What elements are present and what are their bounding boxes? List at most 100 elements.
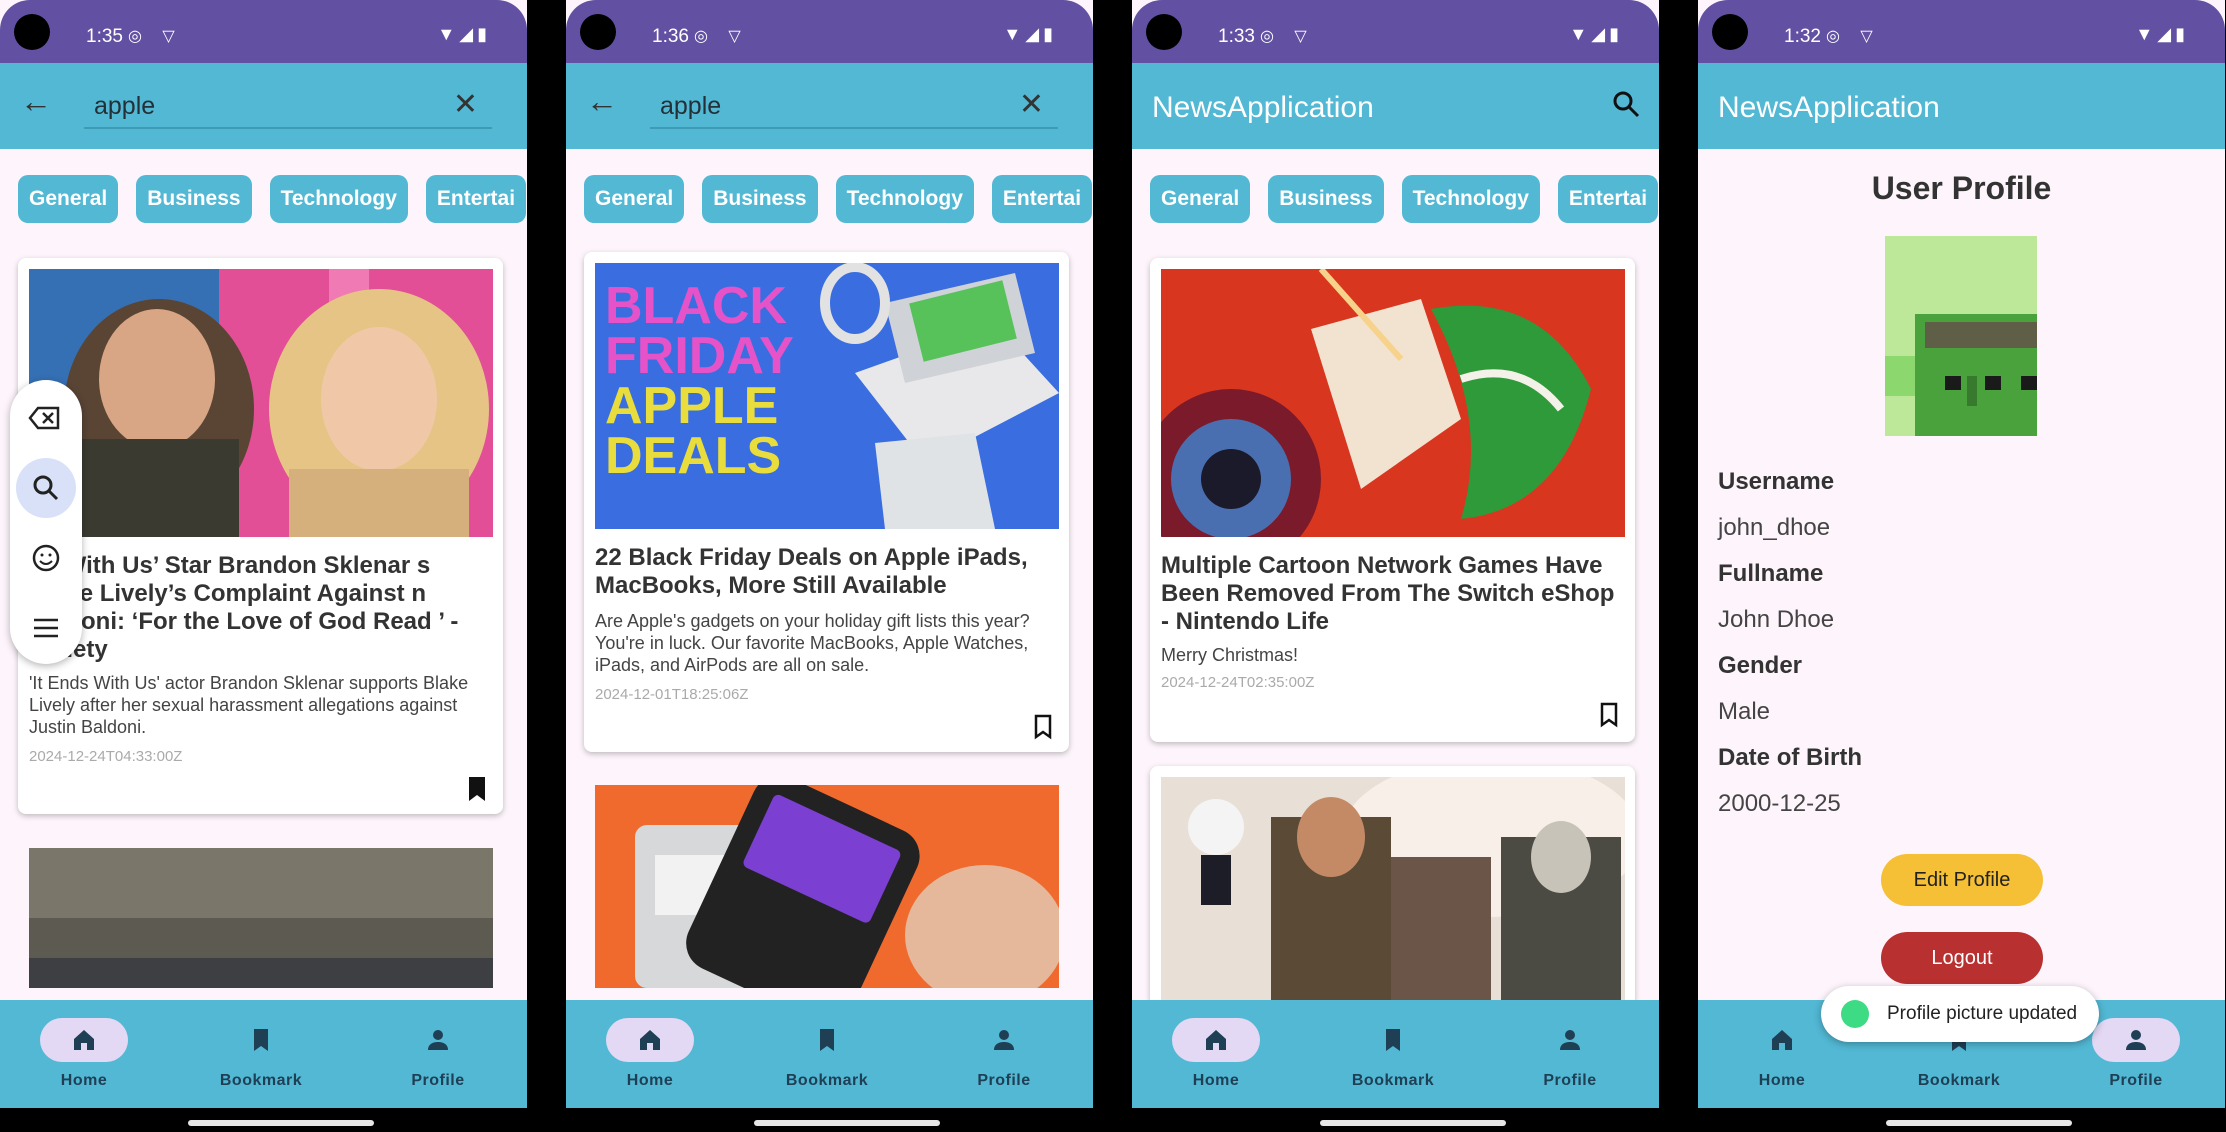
article-card[interactable]: BLACK FRIDAY APPLE DEALS 22 Black Friday… [584,252,1069,752]
article-description: Merry Christmas! [1161,645,1299,665]
chip-general[interactable]: General [1150,175,1251,223]
nav-home[interactable]: Home [1156,1014,1276,1100]
article-description: 'It Ends With Us' actor Brandon Sklenar … [29,673,469,737]
dob-label: Date of Birth [1718,744,1862,771]
chip-business[interactable]: Business [702,175,818,223]
home-icon [640,1030,660,1050]
chip-general[interactable]: General [584,175,685,223]
image-text-friday: FRIDAY [605,327,794,385]
nav-profile-label: Profile [411,1072,465,1089]
nav-profile[interactable]: Profile [1510,1014,1630,1100]
search-input[interactable] [660,89,980,123]
bookmark-filled-icon[interactable] [467,776,487,802]
article-title: 22 Black Friday Deals on Apple iPads, Ma… [595,544,1028,599]
screen: 1:36 ◎ ▽ ▼◢▮ ← ✕ General Business Technolo… [566,0,1093,1108]
status-time: 1:36 [652,26,689,47]
article-card[interactable]: Multiple Cartoon Network Games Have Been… [1150,258,1635,742]
nav-bookmark-label: Bookmark [1917,1072,2001,1089]
nav-home[interactable]: Home [24,1014,144,1100]
search-icon[interactable] [16,458,76,518]
chip-technology[interactable]: Technology [1401,175,1540,223]
search-field: ✕ [84,83,492,129]
person-icon [428,1030,448,1050]
bookmark-outline-icon[interactable] [1599,702,1619,728]
nav-profile-label: Profile [977,1072,1031,1089]
nav-home-label: Home [626,1072,674,1089]
nav-home-label: Home [60,1072,108,1089]
article-title: Multiple Cartoon Network Games Have Been… [1161,552,1615,635]
gesture-home-bar[interactable] [1320,1120,1506,1126]
camera-cutout [580,14,616,50]
article-image-2[interactable] [29,848,493,988]
nav-profile[interactable]: Profile [378,1014,498,1100]
back-arrow-icon[interactable]: ← [20,83,52,120]
nav-profile-label: Profile [1543,1072,1597,1089]
chip-entertainment[interactable]: Entertai [1557,175,1659,223]
edit-profile-button[interactable]: Edit Profile [1881,854,2043,906]
phone-screen-search-2: 1:36 ◎ ▽ ▼◢▮ ← ✕ General Business Technolo… [566,0,1093,1132]
back-arrow-icon[interactable]: ← [586,83,618,120]
close-icon[interactable]: ✕ [1019,87,1044,122]
chip-entertainment[interactable]: Entertai [991,175,1093,223]
article-card-2[interactable] [1150,766,1635,1006]
toast-message: Profile picture updated [1821,986,2099,1042]
gender-value: Male [1718,698,1771,725]
camera-cutout [1146,14,1182,50]
status-notification-icons: ◎ ▽ [1260,28,1315,45]
article-description: Are Apple's gadgets on your holiday gift… [595,611,1030,675]
category-chips: General Business Technology Entertai [18,175,527,223]
gender-label: Gender [1718,652,1803,679]
fullname-value: John Dhoe [1718,606,1835,633]
phone-screen-search-1: 1:35 ◎ ▽ ▼◢▮ ← ✕ General Business Technolo… [0,0,527,1132]
bottom-navigation: Home Bookmark Profile [0,1000,527,1108]
person-icon [994,1030,1014,1050]
chip-business[interactable]: Business [1268,175,1384,223]
dob-value: 2000-12-25 [1718,790,1841,817]
bookmark-outline-icon[interactable] [1033,714,1053,740]
status-time: 1:35 [86,26,123,47]
status-time: 1:32 [1784,26,1821,47]
screen: 1:35 ◎ ▽ ▼◢▮ ← ✕ General Business Technolo… [0,0,527,1108]
chip-general[interactable]: General [18,175,119,223]
chip-technology[interactable]: Technology [269,175,408,223]
menu-icon[interactable] [16,598,76,658]
home-icon [1206,1030,1226,1050]
status-notification-icons: ◎ ▽ [694,28,749,45]
avatar[interactable] [1885,236,2037,436]
backspace-icon[interactable] [16,388,76,448]
fullname-label: Fullname [1718,560,1824,587]
gesture-home-bar[interactable] [1886,1120,2072,1126]
app-title: NewsApplication [1718,91,1940,124]
article-date: 2024-12-24T02:35:00Z [1161,674,1315,691]
gesture-home-bar[interactable] [188,1120,374,1126]
bookmark-icon [1386,1029,1400,1051]
close-icon[interactable]: ✕ [453,87,478,122]
status-notification-icons: ◎ ▽ [1826,28,1881,45]
camera-cutout [1712,14,1748,50]
person-icon [2126,1030,2146,1050]
article-card[interactable]: ds With Us’ Star Brandon Sklenar s Blake… [18,258,503,814]
chip-technology[interactable]: Technology [835,175,974,223]
nav-bookmark[interactable]: Bookmark [201,1014,321,1100]
nav-home[interactable]: Home [590,1014,710,1100]
home-icon [74,1030,94,1050]
emoji-icon[interactable] [16,528,76,588]
search-field: ✕ [650,83,1058,129]
nav-profile[interactable]: Profile [944,1014,1064,1100]
chip-entertainment[interactable]: Entertai [425,175,527,223]
nav-bookmark[interactable]: Bookmark [1333,1014,1453,1100]
logout-button[interactable]: Logout [1881,932,2043,984]
gesture-home-bar[interactable] [754,1120,940,1126]
article-image-2 [1161,777,1625,1006]
floating-keyboard-toolbar [10,380,82,664]
app-bar: NewsApplication [1698,63,2225,149]
article-image-2[interactable] [595,785,1059,988]
article-date: 2024-12-24T04:33:00Z [29,748,183,765]
search-icon[interactable] [1611,89,1641,119]
nav-bookmark[interactable]: Bookmark [767,1014,887,1100]
search-input[interactable] [94,89,414,123]
bottom-navigation: Home Bookmark Profile [1132,1000,1659,1108]
chip-business[interactable]: Business [136,175,252,223]
nav-profile-label: Profile [2109,1072,2163,1089]
image-text-black: BLACK [605,277,787,335]
